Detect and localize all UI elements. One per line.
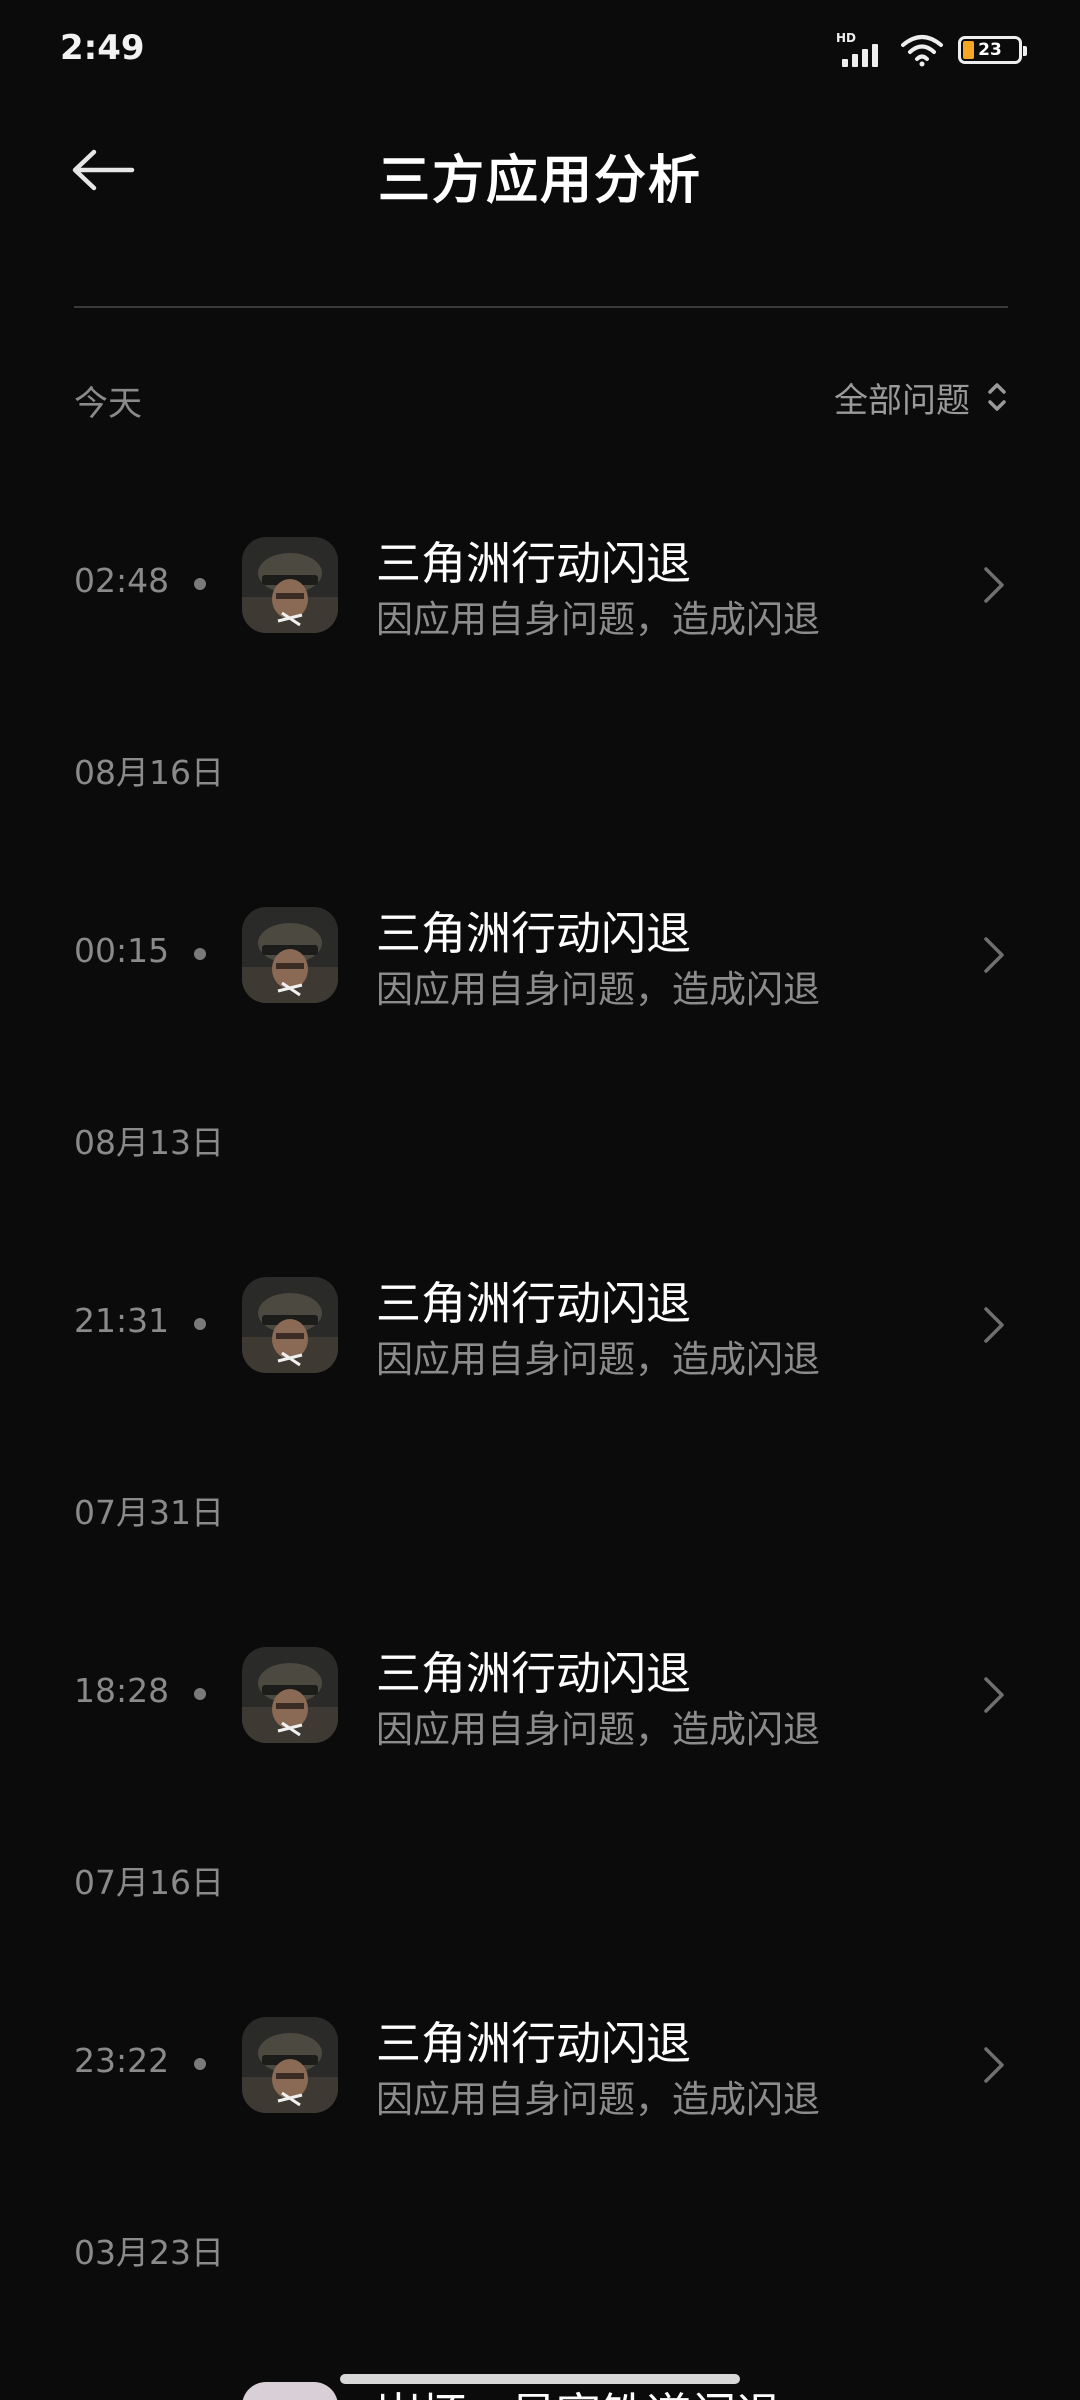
chevron-right-icon	[984, 1307, 1004, 1343]
entry-subtitle: 因应用自身问题，造成闪退	[376, 2078, 820, 2121]
page-title: 三方应用分析	[377, 151, 702, 211]
network-badge: HD	[836, 31, 857, 45]
filter-label: 全部问题	[834, 380, 970, 421]
entry-title: 三角洲行动闪退	[376, 537, 692, 590]
entry-time: 23:22	[74, 2041, 170, 2080]
crash-entry[interactable]: 02:48 三角洲行动闪退 因应用自身问题，造成闪退	[0, 527, 1080, 641]
filter-row: 今天 全部问题	[74, 372, 1008, 424]
home-indicator[interactable]	[340, 2374, 740, 2384]
game-app-icon	[242, 907, 338, 1003]
entry-title: 三角洲行动闪退	[376, 907, 692, 960]
entry-title: 三角洲行动闪退	[376, 2017, 692, 2070]
timeline-dot	[194, 578, 206, 590]
date-header: 07月16日	[74, 1863, 224, 1902]
status-time: 2:49	[60, 28, 145, 68]
date-header: 03月23日	[74, 2233, 224, 2272]
entry-title: 三角洲行动闪退	[376, 1647, 692, 1700]
sort-updown-icon	[988, 383, 1006, 411]
chevron-right-icon	[984, 567, 1004, 603]
game-app-icon	[242, 537, 338, 633]
date-header: 08月13日	[74, 1123, 224, 1162]
entry-subtitle: 因应用自身问题，造成闪退	[376, 1338, 820, 1381]
game-app-icon	[242, 1277, 338, 1373]
header-divider	[74, 306, 1008, 308]
header: 三方应用分析	[0, 110, 1080, 230]
entry-time: 18:28	[74, 1671, 170, 1710]
date-header: 07月31日	[74, 1493, 224, 1532]
crash-entry[interactable]: 00:15 三角洲行动闪退 因应用自身问题，造成闪退	[0, 897, 1080, 1011]
crash-entry[interactable]: 23:22 三角洲行动闪退 因应用自身问题，造成闪退	[0, 2007, 1080, 2121]
status-bar: 2:49 HD 23	[0, 0, 1080, 100]
battery-icon: 23	[958, 36, 1027, 64]
game-app-icon	[242, 1647, 338, 1743]
chevron-right-icon	[984, 937, 1004, 973]
filter-dropdown[interactable]: 全部问题	[834, 372, 1008, 422]
today-label: 今天	[74, 384, 142, 424]
wifi-icon	[901, 35, 943, 67]
status-icons: HD 23	[836, 30, 1027, 70]
signal-icon: HD	[836, 31, 886, 67]
entry-title: 三角洲行动闪退	[376, 1277, 692, 1330]
entry-subtitle: 因应用自身问题，造成闪退	[376, 598, 820, 641]
entry-time: 00:15	[74, 931, 170, 970]
timeline-dot	[194, 1688, 206, 1700]
chevron-right-icon	[984, 2047, 1004, 2083]
game-app-icon	[242, 2382, 338, 2400]
game-app-icon	[242, 2017, 338, 2113]
date-header: 08月16日	[74, 753, 224, 792]
battery-level: 23	[978, 40, 1002, 60]
entry-time: 02:48	[74, 561, 170, 600]
crash-entry[interactable]: 21:31 三角洲行动闪退 因应用自身问题，造成闪退	[0, 1267, 1080, 1381]
crash-entry[interactable]: 18:28 三角洲行动闪退 因应用自身问题，造成闪退	[0, 1637, 1080, 1751]
entry-subtitle: 因应用自身问题，造成闪退	[376, 1708, 820, 1751]
chevron-right-icon	[984, 1677, 1004, 1713]
timeline-dot	[194, 1318, 206, 1330]
timeline-dot	[194, 948, 206, 960]
entry-subtitle: 因应用自身问题，造成闪退	[376, 968, 820, 1011]
timeline-dot	[194, 2058, 206, 2070]
entry-time: 21:31	[74, 1301, 170, 1340]
